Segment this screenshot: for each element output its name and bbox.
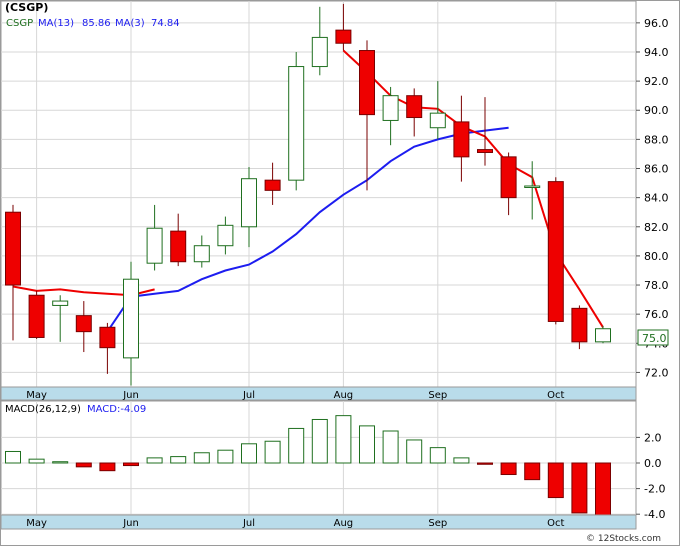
macd-bar: [335, 415, 352, 464]
macd-bar: [571, 462, 588, 514]
candle-body: [241, 178, 257, 228]
price-y-tick-label: 90.0: [644, 104, 669, 117]
price-y-tick-label: 96.0: [644, 17, 669, 30]
price-y-tick-label: 78.0: [644, 279, 669, 292]
macd-legend-label: MACD(26,12,9): [5, 404, 81, 415]
macd-bar: [28, 458, 45, 464]
macd-bar: [453, 457, 470, 464]
candle-body: [52, 300, 69, 306]
candle-body: [5, 211, 21, 286]
candle-down: [547, 177, 564, 325]
macd-legend-value: MACD:-4.09: [87, 404, 146, 415]
candle-body: [453, 121, 470, 158]
stock-chart: 72.074.076.078.080.082.084.086.088.090.0…: [0, 0, 680, 546]
macd-bar: [146, 457, 163, 464]
ma3-legend-value: 74.84: [151, 18, 180, 29]
candle-body: [335, 29, 352, 44]
candle-body: [311, 36, 328, 68]
macd-y-tick-label: 2.0: [644, 431, 662, 444]
macd-bar: [359, 425, 375, 464]
price-x-tick-label: Jun: [122, 390, 139, 401]
candle-body: [146, 227, 163, 264]
macd-bar: [288, 427, 305, 464]
price-y-tick-label: 92.0: [644, 75, 669, 88]
macd-bar: [75, 462, 92, 468]
macd-x-tick-label: Oct: [547, 518, 564, 529]
macd-bar: [382, 430, 399, 464]
candle-body: [359, 50, 375, 116]
macd-x-tick-label: Aug: [334, 518, 354, 529]
macd-bar: [429, 447, 446, 464]
symbol-label: (CSGP): [5, 1, 48, 14]
candle-body: [547, 181, 564, 322]
candle-body: [406, 95, 423, 119]
macd-bar: [99, 462, 116, 472]
macd-bar: [123, 462, 139, 467]
watermark: © 12Stocks.com: [586, 534, 661, 544]
candle-body: [477, 149, 493, 153]
macd-bar: [5, 450, 21, 464]
last-price-label: 75.0: [642, 332, 667, 345]
price-y-tick-label: 82.0: [644, 221, 669, 234]
candle-up: [288, 51, 305, 191]
ma13-legend-label: MA(13): [38, 18, 74, 29]
candle-body: [264, 179, 281, 191]
price-panel: 72.074.076.078.080.082.084.086.088.090.0…: [0, 0, 669, 401]
price-y-tick-label: 84.0: [644, 192, 669, 205]
candle-body: [595, 328, 611, 343]
macd-y-tick-label: -4.0: [644, 508, 665, 521]
candle-up: [595, 325, 611, 344]
price-y-tick-label: 72.0: [644, 366, 669, 379]
macd-panel: -4.0-2.00.02.0 MACD(26,12,9) MACD:-4.09 …: [0, 400, 665, 530]
candle-body: [99, 326, 116, 349]
macd-x-tick-label: Jun: [122, 518, 139, 529]
candle-body: [217, 224, 234, 247]
price-y-tick-label: 80.0: [644, 250, 669, 263]
macd-bar: [477, 462, 493, 465]
macd-bar: [264, 440, 281, 464]
macd-bar: [524, 462, 541, 481]
macd-bar: [52, 461, 69, 464]
price-y-tick-label: 94.0: [644, 46, 669, 59]
macd-bar: [595, 462, 611, 516]
price-x-tick-label: Sep: [428, 390, 447, 401]
symbol-short-label: CSGP: [6, 18, 33, 29]
price-x-tick-label: Jul: [242, 390, 255, 401]
ma13-legend-value: 85.86: [82, 18, 111, 29]
candle-body: [382, 95, 399, 121]
price-x-tick-label: Aug: [334, 390, 354, 401]
price-y-tick-label: 86.0: [644, 163, 669, 176]
price-y-tick-label: 76.0: [644, 308, 669, 321]
macd-bar: [311, 418, 328, 464]
price-y-tick-label: 88.0: [644, 133, 669, 146]
price-date-band: [0, 386, 637, 401]
ma3-legend-label: MA(3): [115, 18, 145, 29]
candle-body: [193, 245, 210, 263]
macd-bar: [193, 452, 210, 464]
candle-body: [123, 278, 139, 359]
candle-down: [28, 290, 45, 339]
candle-body: [429, 112, 446, 129]
candle-body: [571, 307, 588, 343]
macd-bar: [217, 449, 234, 464]
macd-x-tick-label: Jul: [242, 518, 255, 529]
macd-y-tick-label: 0.0: [644, 457, 662, 470]
macd-bar: [170, 456, 187, 464]
candle-body: [288, 66, 305, 181]
price-x-tick-label: Oct: [547, 390, 564, 401]
candle-body: [75, 315, 92, 333]
macd-bar: [406, 439, 423, 464]
macd-x-tick-label: Sep: [428, 518, 447, 529]
macd-bar: [547, 462, 564, 499]
candle-body: [170, 230, 187, 263]
candle-body: [28, 294, 45, 338]
macd-x-tick-label: May: [26, 518, 47, 529]
candle-body: [524, 185, 541, 188]
candle-body: [500, 156, 517, 199]
macd-bar: [500, 462, 517, 476]
macd-bar: [241, 443, 257, 464]
price-x-tick-label: May: [26, 390, 47, 401]
macd-date-band: [0, 514, 637, 530]
macd-y-tick-label: -2.0: [644, 483, 665, 496]
